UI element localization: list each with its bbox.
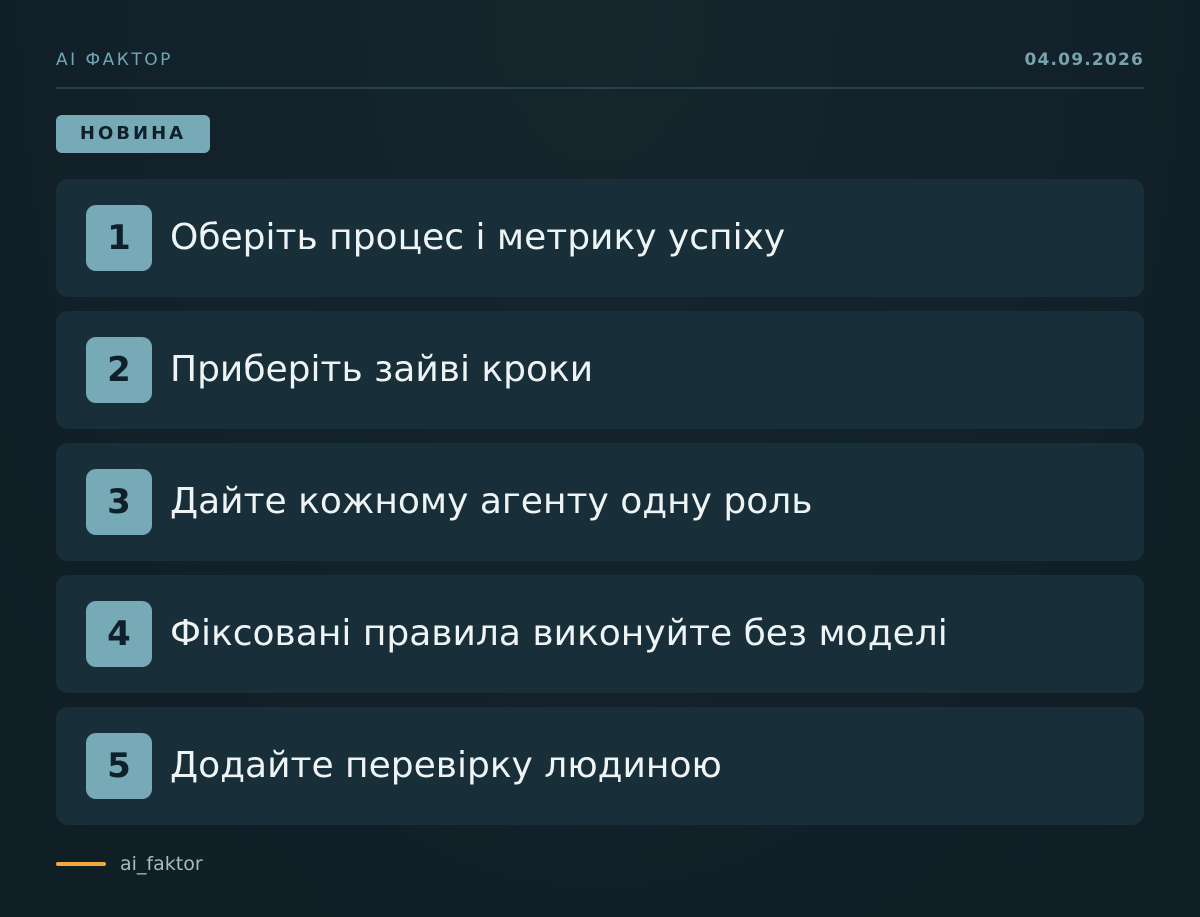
- step-number: 3: [86, 469, 152, 535]
- step-text: Додайте перевірку людиною: [170, 745, 722, 786]
- header: AI ФАКТОР 04.09.2026: [56, 48, 1144, 72]
- step-card-3: 3 Дайте кожному агенту одну роль: [56, 443, 1144, 561]
- step-text: Фіксовані правила виконуйте без моделі: [170, 613, 948, 654]
- step-number: 1: [86, 205, 152, 271]
- footer-accent-line: [56, 862, 106, 866]
- step-number: 5: [86, 733, 152, 799]
- step-number: 4: [86, 601, 152, 667]
- step-card-2: 2 Приберіть зайві кроки: [56, 311, 1144, 429]
- step-card-5: 5 Додайте перевірку людиною: [56, 707, 1144, 825]
- publish-date: 04.09.2026: [1024, 50, 1144, 70]
- step-text: Оберіть процес і метрику успіху: [170, 217, 786, 258]
- step-card-4: 4 Фіксовані правила виконуйте без моделі: [56, 575, 1144, 693]
- step-number: 2: [86, 337, 152, 403]
- step-card-1: 1 Оберіть процес і метрику успіху: [56, 179, 1144, 297]
- step-text: Дайте кожному агенту одну роль: [170, 481, 813, 522]
- news-badge: НОВИНА: [56, 115, 210, 153]
- header-divider: [56, 87, 1144, 89]
- brand-name: AI ФАКТОР: [56, 50, 173, 70]
- step-text: Приберіть зайві кроки: [170, 349, 594, 390]
- footer-handle: ai_faktor: [120, 853, 203, 875]
- steps-list: 1 Оберіть процес і метрику успіху 2 Приб…: [56, 179, 1144, 839]
